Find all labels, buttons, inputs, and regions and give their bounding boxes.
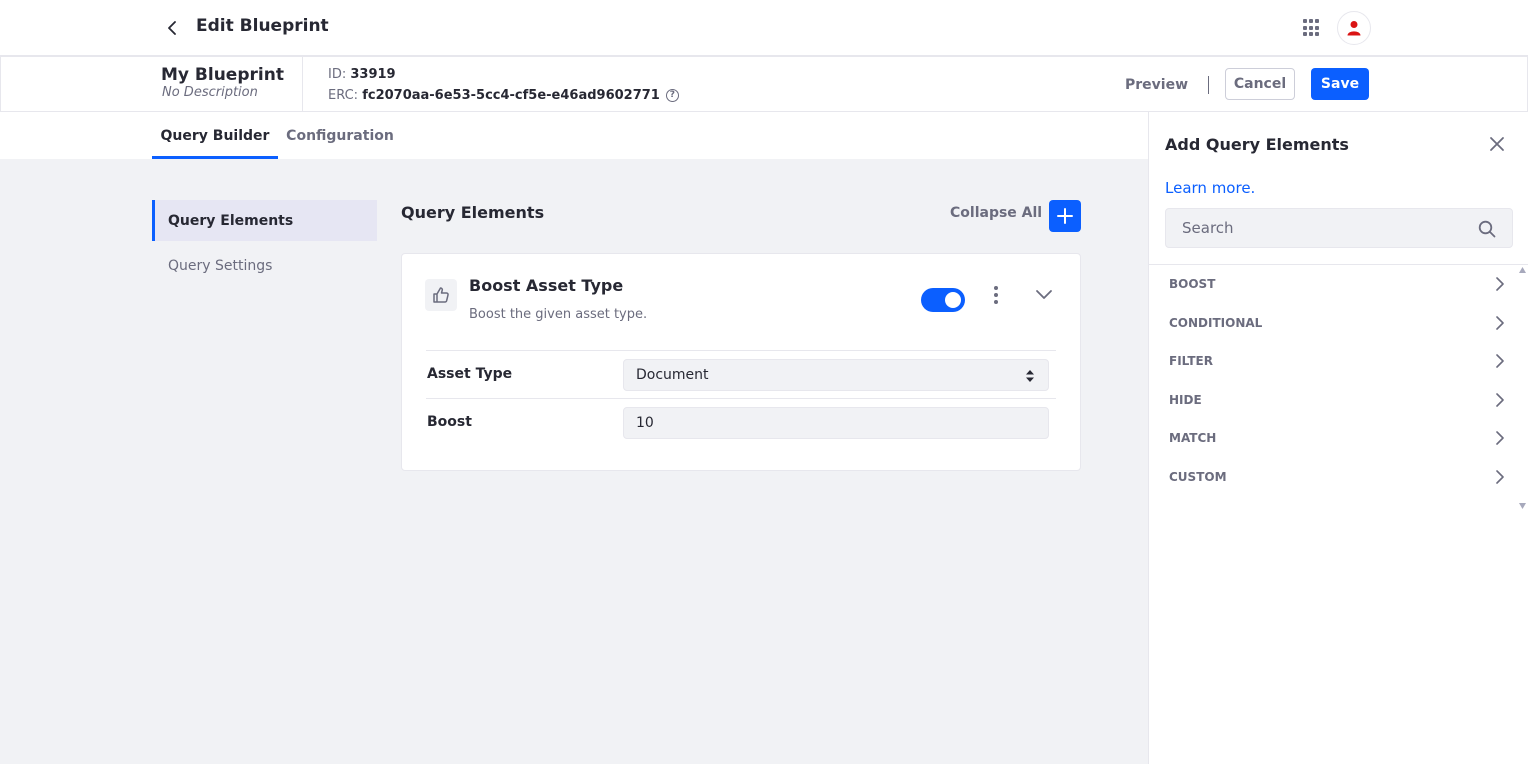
category-boost[interactable]: BOOST — [1149, 265, 1517, 304]
category-label: MATCH — [1169, 431, 1217, 446]
erc-label: ERC: — [328, 88, 359, 103]
add-query-elements-panel: Add Query Elements Learn more. BOOST CON… — [1148, 112, 1528, 764]
top-bar: Edit Blueprint — [0, 0, 1528, 56]
chevron-down-icon[interactable] — [1034, 284, 1054, 304]
element-title: Boost Asset Type — [469, 276, 624, 295]
category-label: CUSTOM — [1169, 469, 1227, 484]
add-element-button[interactable] — [1049, 200, 1081, 232]
category-list: BOOST CONDITIONAL FILTER HIDE MATCH CUST… — [1149, 265, 1517, 496]
blueprint-name[interactable]: My Blueprint — [161, 65, 284, 85]
question-circle-icon[interactable]: ? — [665, 89, 679, 102]
blueprint-description[interactable]: No Description — [162, 85, 258, 100]
chevron-right-icon — [1496, 469, 1504, 484]
blueprint-erc: ERC: fc2070aa-6e53-5cc4-cf5e-e46ad960277… — [328, 88, 679, 103]
divider — [1208, 76, 1209, 94]
chevron-left-icon — [168, 21, 176, 35]
erc-value: fc2070aa-6e53-5cc4-cf5e-e46ad9602771 — [362, 88, 660, 103]
chevron-right-icon — [1496, 431, 1504, 446]
chevron-right-icon — [1496, 315, 1504, 330]
field-label: Boost — [427, 414, 472, 430]
collapse-all-button[interactable]: Collapse All — [950, 205, 1042, 221]
element-enabled-toggle[interactable] — [921, 288, 965, 312]
id-value: 33919 — [350, 67, 396, 82]
input-value: 10 — [636, 415, 654, 431]
chevron-right-icon — [1496, 354, 1504, 369]
user-avatar[interactable] — [1337, 11, 1371, 45]
plus-icon — [1057, 208, 1073, 224]
user-icon — [1347, 21, 1361, 36]
id-label: ID: — [328, 67, 347, 82]
category-label: CONDITIONAL — [1169, 315, 1263, 330]
category-hide[interactable]: HIDE — [1149, 381, 1517, 420]
select-value: Document — [636, 367, 709, 383]
search-box — [1165, 208, 1513, 248]
category-custom[interactable]: CUSTOM — [1149, 458, 1517, 497]
asset-type-select[interactable]: Document — [623, 359, 1049, 391]
chevron-right-icon — [1496, 277, 1504, 292]
field-row-asset-type: Asset Type Document — [426, 350, 1056, 398]
tabs-bar: Query Builder Configuration — [0, 112, 1148, 159]
search-icon[interactable] — [1478, 220, 1496, 238]
chevron-right-icon — [1496, 392, 1504, 407]
page-title: Edit Blueprint — [196, 16, 329, 36]
tab-query-builder[interactable]: Query Builder — [152, 112, 278, 159]
side-nav-query-settings[interactable]: Query Settings — [152, 245, 377, 286]
cancel-button[interactable]: Cancel — [1225, 68, 1295, 100]
back-button[interactable] — [163, 18, 183, 38]
divider — [302, 57, 303, 112]
category-label: FILTER — [1169, 354, 1213, 369]
apps-grid-icon[interactable] — [1303, 19, 1321, 37]
section-title: Query Elements — [401, 203, 545, 222]
side-nav: Query Elements Query Settings — [152, 200, 377, 290]
field-label: Asset Type — [427, 366, 513, 382]
search-input[interactable] — [1166, 209, 1466, 247]
scrollbar[interactable] — [1517, 265, 1528, 511]
query-element-card: Boost Asset Type Boost the given asset t… — [401, 253, 1081, 471]
blueprint-id: ID: 33919 — [328, 67, 396, 82]
blueprint-info-bar: My Blueprint No Description ID: 33919 ER… — [0, 56, 1528, 112]
side-nav-query-elements[interactable]: Query Elements — [152, 200, 377, 241]
boost-input[interactable]: 10 — [623, 407, 1049, 439]
element-description: Boost the given asset type. — [469, 307, 648, 322]
close-icon[interactable] — [1487, 134, 1507, 154]
category-conditional[interactable]: CONDITIONAL — [1149, 304, 1517, 343]
caret-double-icon — [1026, 370, 1034, 382]
learn-more-link[interactable]: Learn more. — [1165, 179, 1255, 197]
panel-title: Add Query Elements — [1165, 135, 1349, 154]
thumbs-up-icon — [425, 279, 457, 311]
tab-configuration[interactable]: Configuration — [281, 112, 399, 159]
category-match[interactable]: MATCH — [1149, 419, 1517, 458]
save-button[interactable]: Save — [1311, 68, 1369, 100]
field-row-boost: Boost 10 — [426, 398, 1056, 446]
category-label: HIDE — [1169, 392, 1202, 407]
kebab-icon[interactable] — [987, 284, 1005, 306]
category-label: BOOST — [1169, 277, 1216, 292]
preview-button[interactable]: Preview — [1114, 73, 1199, 97]
category-filter[interactable]: FILTER — [1149, 342, 1517, 381]
